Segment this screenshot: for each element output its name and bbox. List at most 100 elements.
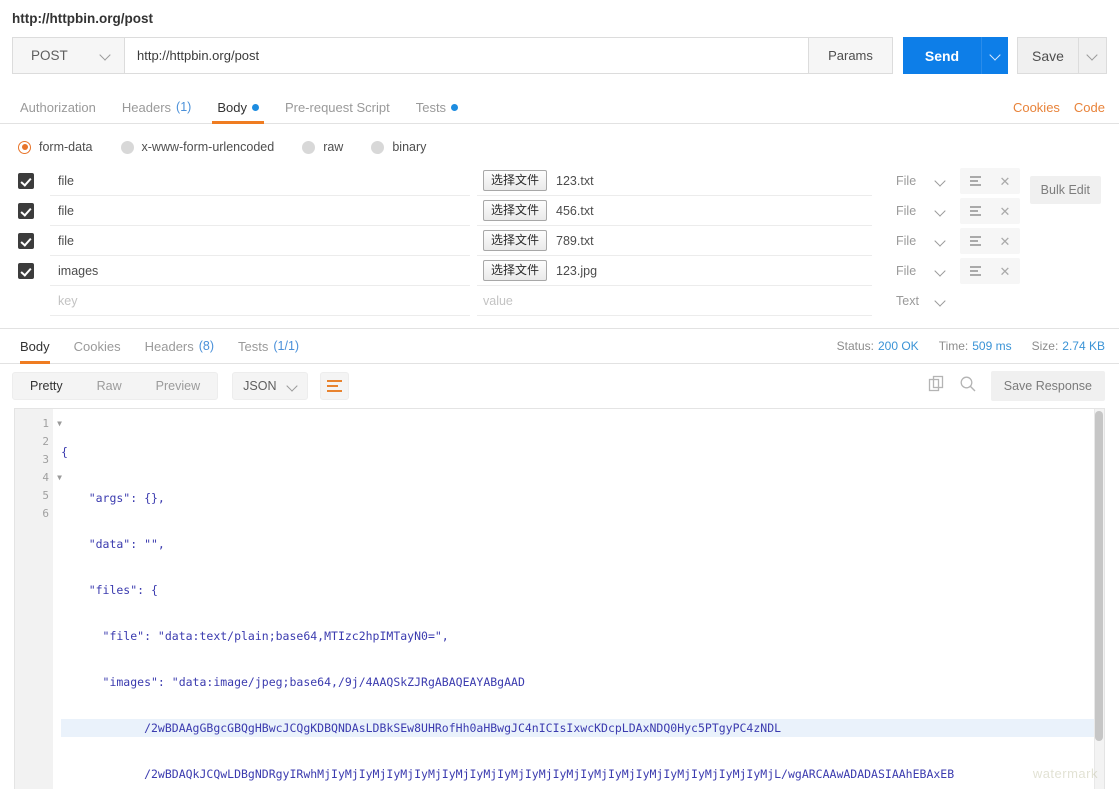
tab-label: Headers — [121, 99, 172, 115]
chevron-down-icon — [288, 382, 297, 391]
row-delete-button[interactable]: ✕ — [990, 198, 1020, 224]
form-data-table: 选择文件 123.txt File ✕ 选择文件 456.txt File ✕ — [0, 166, 1119, 316]
modified-dot-icon — [251, 103, 259, 111]
row-checkbox[interactable] — [18, 233, 34, 249]
send-options-button[interactable] — [981, 37, 1008, 74]
row-delete-button[interactable]: ✕ — [990, 168, 1020, 194]
send-button[interactable]: Send — [903, 37, 981, 74]
search-icon[interactable] — [959, 375, 977, 398]
copy-icon[interactable] — [928, 375, 945, 397]
close-icon: ✕ — [999, 173, 1011, 189]
code-line: "files": { — [61, 583, 158, 597]
time-value: 509 ms — [972, 339, 1012, 353]
radio-form-data[interactable]: form-data — [18, 140, 93, 154]
method-select[interactable]: POST — [12, 37, 125, 74]
value-cell[interactable]: value — [477, 286, 872, 316]
row-actions: ✕ — [960, 258, 1020, 284]
radio-raw[interactable]: raw — [302, 140, 343, 154]
response-tab-headers[interactable]: Headers (8) — [133, 329, 226, 364]
row-menu-button[interactable] — [960, 258, 990, 284]
request-tabs: Authorization Headers (1) Body Pre-reque… — [0, 91, 1119, 124]
radio-icon — [302, 140, 316, 154]
row-checkbox[interactable] — [18, 203, 34, 219]
row-type-label: File — [896, 234, 917, 248]
code-link[interactable]: Code — [1074, 100, 1105, 115]
line-number: 3 — [15, 451, 53, 469]
view-mode-pretty[interactable]: Pretty — [13, 372, 80, 400]
save-button[interactable]: Save — [1017, 37, 1079, 74]
save-response-button[interactable]: Save Response — [990, 371, 1105, 401]
view-mode-preview[interactable]: Preview — [139, 372, 217, 400]
chevron-down-icon — [936, 207, 945, 216]
key-input[interactable] — [50, 256, 470, 286]
tab-tests[interactable]: Tests — [403, 91, 471, 124]
size-value: 2.74 KB — [1062, 339, 1105, 353]
tab-label: Body — [20, 338, 50, 354]
row-type-select[interactable] — [932, 267, 948, 276]
vertical-scrollbar[interactable] — [1094, 409, 1104, 789]
row-checkbox[interactable] — [18, 173, 34, 189]
cookies-link[interactable]: Cookies — [1013, 100, 1060, 115]
fold-arrow-icon[interactable]: ▼ — [57, 469, 62, 487]
url-input[interactable] — [125, 37, 809, 74]
choose-file-button[interactable]: 选择文件 — [483, 170, 548, 191]
row-menu-button[interactable] — [960, 228, 990, 254]
row-type-select[interactable] — [932, 177, 948, 186]
line-number-text: 1 — [42, 417, 49, 430]
bulk-edit-button[interactable]: Bulk Edit — [1029, 176, 1101, 204]
save-options-button[interactable] — [1079, 37, 1107, 74]
choose-file-button[interactable]: 选择文件 — [483, 260, 548, 281]
word-wrap-icon — [327, 380, 343, 392]
response-tab-body[interactable]: Body — [14, 329, 62, 364]
radio-binary[interactable]: binary — [371, 140, 426, 154]
file-name: 789.txt — [556, 233, 594, 248]
row-type-label: Text — [896, 294, 919, 308]
row-type-select[interactable] — [932, 297, 948, 306]
response-tabs: Body Cookies Headers (8) Tests (1/1) Sta… — [0, 329, 1119, 364]
key-input[interactable] — [50, 166, 470, 196]
tab-body[interactable]: Body — [204, 91, 272, 124]
response-tab-cookies[interactable]: Cookies — [62, 329, 133, 364]
code-line: /2wBDAAgGBgcGBQgHBwcJCQgKDBQNDAsLDBkSEw8… — [61, 719, 1104, 737]
table-row: 选择文件 456.txt File ✕ — [18, 196, 1119, 226]
view-mode-raw[interactable]: Raw — [80, 372, 139, 400]
row-delete-button[interactable]: ✕ — [990, 258, 1020, 284]
line-number-text: 5 — [42, 489, 49, 502]
line-number: 4 ▼ — [15, 469, 62, 487]
code-line: "data": "", — [61, 537, 165, 551]
radio-x-www-form-urlencoded[interactable]: x-www-form-urlencoded — [120, 140, 274, 154]
tab-headers[interactable]: Headers (1) — [109, 91, 204, 124]
row-checkbox[interactable] — [18, 293, 34, 309]
scrollbar-thumb[interactable] — [1095, 411, 1103, 741]
tab-pre-request-script[interactable]: Pre-request Script — [272, 91, 403, 124]
url-bar-row: POST Params Send Save — [0, 37, 1119, 91]
menu-icon — [969, 206, 981, 216]
key-input[interactable] — [50, 226, 470, 256]
row-type-select[interactable] — [932, 207, 948, 216]
choose-file-button[interactable]: 选择文件 — [483, 230, 548, 251]
row-actions: ✕ — [960, 168, 1020, 194]
response-tab-tests[interactable]: Tests (1/1) — [226, 329, 311, 364]
row-menu-button[interactable] — [960, 198, 990, 224]
value-cell: 选择文件 789.txt — [477, 226, 872, 256]
format-select[interactable]: JSON — [232, 372, 309, 400]
params-button[interactable]: Params — [809, 37, 893, 74]
response-body-viewer[interactable]: 1 ▼ 2 3 4 ▼ 5 6 { "args": {}, "data": "", … — [14, 408, 1105, 789]
row-menu-button[interactable] — [960, 168, 990, 194]
choose-file-button[interactable]: 选择文件 — [483, 200, 548, 221]
row-delete-button[interactable]: ✕ — [990, 228, 1020, 254]
tab-authorization[interactable]: Authorization — [12, 91, 109, 124]
response-meta: Status: 200 OK Time: 509 ms Size: 2.74 KB — [837, 339, 1105, 353]
key-input[interactable] — [50, 286, 470, 316]
radio-label: raw — [323, 140, 344, 154]
chevron-down-icon — [936, 297, 945, 306]
code-line: "images": "data:image/jpeg;base64,/9j/4A… — [61, 675, 525, 689]
request-links: Cookies Code — [1013, 100, 1107, 115]
word-wrap-button[interactable] — [320, 372, 350, 400]
row-type-select[interactable] — [932, 237, 948, 246]
key-input[interactable] — [50, 196, 470, 226]
status-badge: Status: 200 OK — [837, 339, 919, 353]
row-checkbox[interactable] — [18, 263, 34, 279]
fold-arrow-icon[interactable]: ▼ — [57, 415, 62, 433]
tab-count: (1) — [176, 100, 192, 114]
